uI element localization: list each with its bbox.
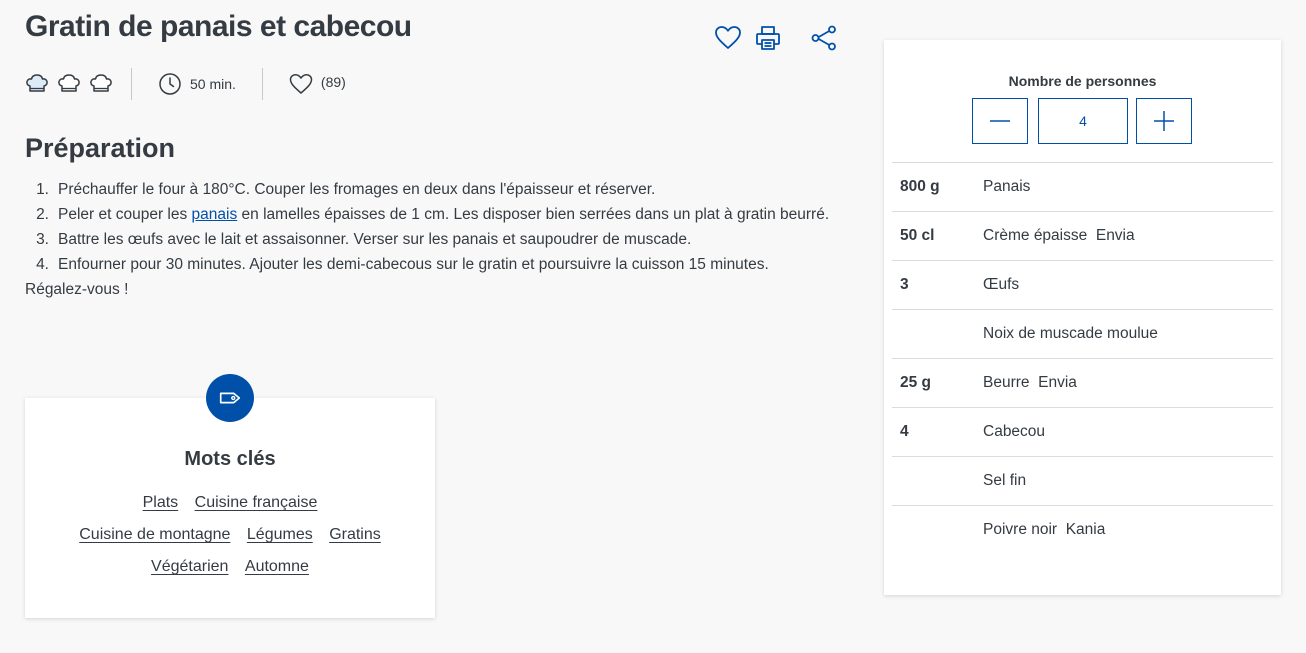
likes-count: (89)	[320, 74, 346, 90]
keywords-row: Végétarien Automne	[25, 558, 435, 576]
keyword-link[interactable]: Légumes	[247, 526, 313, 543]
ingredient-row: 3 Œufs	[892, 260, 1273, 309]
clock-icon	[159, 73, 181, 95]
step-item: 3. Battre les œufs avec le lait et assais…	[36, 231, 692, 248]
ingredient-row: 25 g Beurre Envia	[892, 358, 1273, 407]
meta-divider	[131, 68, 132, 100]
keyword-link[interactable]: Plats	[143, 494, 179, 511]
print-icon[interactable]	[754, 24, 782, 52]
minus-icon	[990, 120, 1010, 122]
share-icon[interactable]	[810, 24, 838, 52]
ingredient-link-panais[interactable]: panais	[192, 206, 238, 223]
persons-input[interactable]	[1038, 98, 1128, 144]
keyword-link[interactable]: Cuisine de montagne	[79, 526, 230, 543]
chef-hat-icon	[26, 74, 48, 92]
persons-label: Nombre de personnes	[1008, 73, 1157, 89]
recipe-title: Gratin de panais et cabecou	[25, 10, 412, 43]
preparation-steps: 1. Préchauffer le four à 180°C. Couper le…	[25, 177, 829, 277]
closing-text: Régalez-vous !	[25, 281, 129, 298]
ingredient-row: Poivre noir Kania	[892, 505, 1273, 554]
ingredients-card: Nombre de personnes 800 gPanais 50 clCrè…	[884, 40, 1281, 595]
preparation-title: Préparation	[25, 133, 176, 163]
ingredient-row: Noix de muscade moulue	[892, 309, 1273, 358]
chef-hat-icon	[58, 74, 80, 92]
favorite-heart-icon[interactable]	[714, 24, 742, 52]
decrease-persons-button[interactable]	[972, 98, 1028, 144]
keyword-link[interactable]: Végétarien	[151, 558, 228, 575]
keywords-row: Cuisine de montagne Légumes Gratins	[25, 526, 435, 544]
keyword-link[interactable]: Cuisine française	[195, 494, 318, 511]
keywords-card: Mots clés Plats Cuisine française Cuisin…	[25, 398, 435, 618]
keywords-title: Mots clés	[184, 448, 276, 470]
ingredient-row: 800 g Panais	[892, 162, 1273, 211]
ingredient-row: Sel fin	[892, 456, 1273, 505]
meta-divider	[261, 68, 263, 100]
step-item: 4. Enfourner pour 30 minutes. Ajouter les…	[36, 256, 769, 273]
keyword-link[interactable]: Gratins	[329, 526, 381, 543]
keywords-row: Plats Cuisine française	[25, 494, 435, 512]
step-item: 1. Préchauffer le four à 180°C. Couper le…	[36, 181, 656, 198]
plus-icon	[1154, 111, 1174, 131]
chef-hat-icon	[90, 74, 112, 92]
duration-text: 50 min.	[190, 76, 236, 92]
keyword-link[interactable]: Automne	[245, 558, 309, 575]
ingredients-list: 800 g Panais 50 cl Crème épaisse Envia 3 Œu…	[892, 162, 1273, 554]
step-item: 2. Peler et couper les panais en lamelles…	[36, 206, 830, 223]
ingredient-row: 4 Cabecou	[892, 407, 1273, 456]
tag-icon	[219, 392, 241, 404]
increase-persons-button[interactable]	[1136, 98, 1192, 144]
heart-icon	[289, 74, 313, 94]
tag-badge	[206, 374, 254, 422]
recipe-meta: 50 min. (89)	[25, 68, 346, 100]
ingredient-row: 50 cl Crème épaisse Envia	[892, 211, 1273, 260]
